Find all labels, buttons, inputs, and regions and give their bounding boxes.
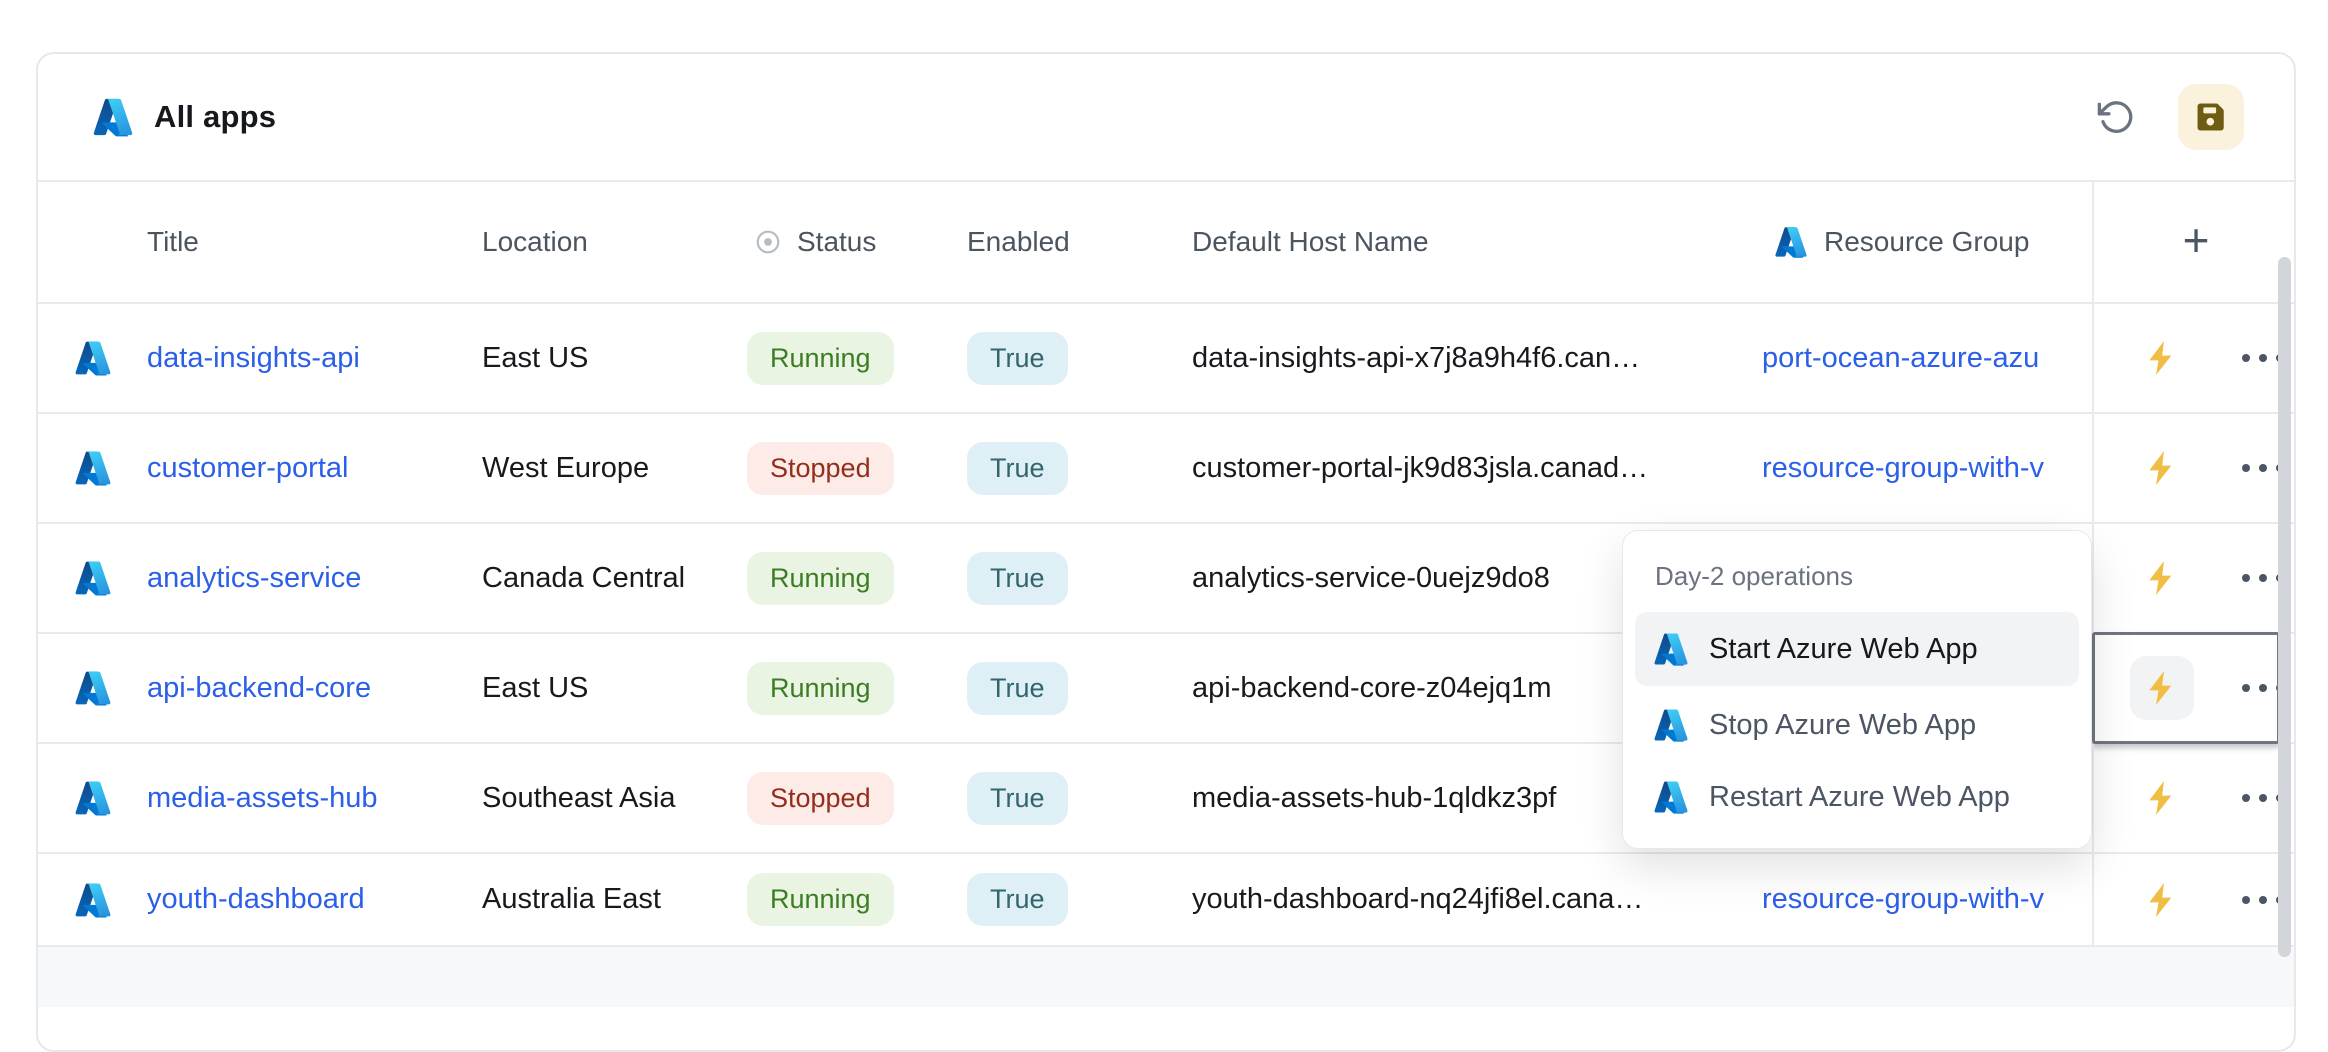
menu-item-restart-azure-web-app[interactable]: Restart Azure Web App: [1635, 764, 2079, 830]
menu-item-label: Start Azure Web App: [1709, 633, 1978, 666]
enabled-badge: True: [967, 332, 1068, 385]
app-title-link[interactable]: api-backend-core: [147, 672, 371, 704]
column-title[interactable]: Title: [147, 226, 482, 258]
status-badge: Running: [747, 873, 894, 926]
azure-app-icon: [74, 449, 112, 487]
host-name-cell: data-insights-api-x7j8a9h4f6.can…: [1192, 342, 1762, 375]
resource-group-column-label: Resource Group: [1824, 226, 2029, 258]
card-header: All apps: [38, 54, 2294, 182]
quick-action-bolt-button[interactable]: [2130, 868, 2194, 932]
status-badge: Stopped: [747, 772, 894, 825]
row-actions-cell: [2092, 304, 2298, 412]
azure-icon: [1774, 225, 1808, 259]
azure-app-icon: [74, 339, 112, 377]
bottom-strip: [38, 947, 2294, 1007]
menu-header: Day-2 operations: [1635, 541, 2079, 606]
quick-action-bolt-button[interactable]: [2130, 546, 2194, 610]
location-cell: Canada Central: [482, 562, 747, 595]
azure-icon: [1653, 707, 1689, 743]
radio-dot-icon: [755, 229, 781, 255]
row-actions-cell: [2092, 744, 2298, 852]
quick-action-bolt-button[interactable]: [2130, 436, 2194, 500]
lightning-bolt-icon: [2142, 448, 2182, 488]
app-title-link[interactable]: data-insights-api: [147, 342, 360, 374]
status-badge: Stopped: [747, 442, 894, 495]
column-enabled[interactable]: Enabled: [967, 226, 1192, 258]
row-actions-cell: [2092, 854, 2298, 945]
app-title-link[interactable]: analytics-service: [147, 562, 361, 594]
azure-icon: [1653, 631, 1689, 667]
column-resource-group[interactable]: Resource Group: [1762, 225, 2092, 259]
azure-app-icon: [74, 559, 112, 597]
location-cell: East US: [482, 342, 747, 375]
azure-logo-icon: [92, 96, 134, 138]
location-cell: Australia East: [482, 883, 747, 916]
floppy-disk-icon: [2194, 100, 2228, 134]
lightning-bolt-icon: [2142, 880, 2182, 920]
location-cell: West Europe: [482, 452, 747, 485]
status-column-label: Status: [797, 226, 876, 258]
column-location[interactable]: Location: [482, 226, 747, 258]
host-name-cell: customer-portal-jk9d83jsla.canad…: [1192, 452, 1762, 485]
app-title-link[interactable]: media-assets-hub: [147, 782, 378, 814]
host-name-cell: youth-dashboard-nq24jfi8el.cana…: [1192, 883, 1762, 916]
quick-action-bolt-button[interactable]: [2130, 766, 2194, 830]
row-actions-cell: [2092, 524, 2298, 632]
enabled-badge: True: [967, 772, 1068, 825]
lightning-bolt-icon: [2142, 668, 2182, 708]
quick-action-bolt-button[interactable]: [2130, 656, 2194, 720]
azure-app-icon: [74, 779, 112, 817]
status-badge: Running: [747, 332, 894, 385]
azure-icon: [1653, 779, 1689, 815]
lightning-bolt-icon: [2142, 558, 2182, 598]
column-host[interactable]: Default Host Name: [1192, 226, 1762, 258]
table-row: youth-dashboard Australia East Running T…: [38, 854, 2294, 947]
quick-action-bolt-button[interactable]: [2130, 326, 2194, 390]
lightning-bolt-icon: [2142, 338, 2182, 378]
menu-item-start-azure-web-app[interactable]: Start Azure Web App: [1635, 612, 2079, 686]
location-cell: East US: [482, 672, 747, 705]
row-actions-cell: [2092, 414, 2298, 522]
status-badge: Running: [747, 552, 894, 605]
day2-operations-menu: Day-2 operations Start Azure Web App Sto…: [1622, 530, 2092, 849]
row-actions-cell: [2092, 634, 2298, 742]
app-title-link[interactable]: youth-dashboard: [147, 883, 365, 915]
table-row: data-insights-api East US Running True d…: [38, 304, 2294, 414]
column-status[interactable]: Status: [747, 226, 967, 258]
app-title-link[interactable]: customer-portal: [147, 452, 348, 484]
all-apps-card: All apps Title Location: [36, 52, 2296, 1052]
menu-item-label: Restart Azure Web App: [1709, 781, 2010, 814]
header-actions: [2094, 84, 2244, 150]
azure-app-icon: [74, 669, 112, 707]
resource-group-link[interactable]: resource-group-with-v: [1762, 883, 2044, 915]
lightning-bolt-icon: [2142, 778, 2182, 818]
menu-item-stop-azure-web-app[interactable]: Stop Azure Web App: [1635, 692, 2079, 758]
undo-arrow-icon: [2097, 98, 2135, 136]
status-badge: Running: [747, 662, 894, 715]
resource-group-link[interactable]: resource-group-with-v: [1762, 452, 2044, 484]
table-header-row: Title Location Status Enabled Default Ho…: [38, 182, 2294, 304]
undo-button[interactable]: [2094, 95, 2138, 139]
resource-group-link[interactable]: port-ocean-azure-azu: [1762, 342, 2039, 374]
menu-item-label: Stop Azure Web App: [1709, 709, 1976, 742]
save-button[interactable]: [2178, 84, 2244, 150]
table-row: customer-portal West Europe Stopped True…: [38, 414, 2294, 524]
enabled-badge: True: [967, 873, 1068, 926]
plus-icon: +: [2183, 217, 2210, 263]
add-column-button[interactable]: +: [2092, 182, 2298, 302]
page-title: All apps: [154, 99, 276, 135]
enabled-badge: True: [967, 662, 1068, 715]
location-cell: Southeast Asia: [482, 782, 747, 815]
enabled-badge: True: [967, 442, 1068, 495]
enabled-badge: True: [967, 552, 1068, 605]
azure-app-icon: [74, 881, 112, 919]
vertical-scrollbar[interactable]: [2278, 257, 2291, 957]
